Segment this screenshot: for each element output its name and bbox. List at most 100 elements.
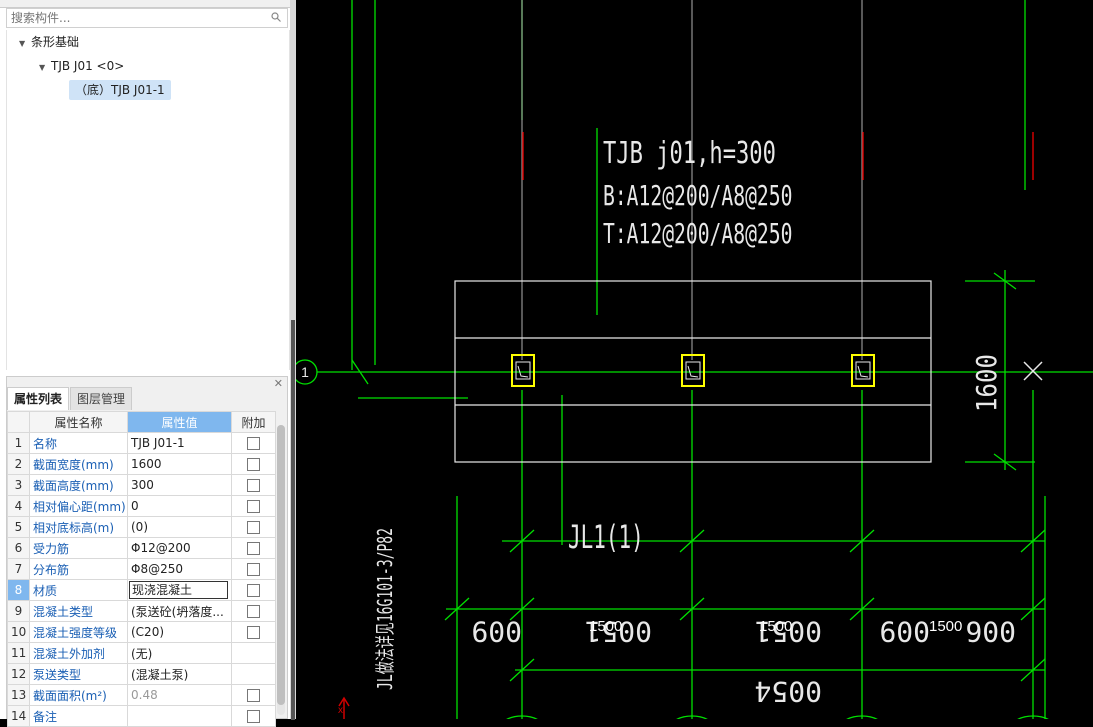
property-row[interactable]: 12 泵送类型 (混凝土泵) bbox=[7, 663, 276, 685]
property-scrollbar[interactable] bbox=[277, 425, 285, 715]
foundation-title-label: TJB j01,h=300 bbox=[603, 137, 776, 171]
property-row[interactable]: 4 相对偏心距(mm) 0 bbox=[7, 495, 276, 517]
cad-drawing-canvas[interactable]: 1 TJB j01,h=300 B:A12@200/A8@250 T:A12@2… bbox=[296, 0, 1093, 719]
close-icon[interactable]: ✕ bbox=[274, 377, 283, 390]
tab-property-list[interactable]: 属性列表 bbox=[7, 387, 70, 410]
scrollbar-thumb[interactable] bbox=[277, 425, 285, 705]
property-value[interactable]: 300 bbox=[127, 474, 232, 496]
property-value[interactable]: (无) bbox=[127, 642, 232, 664]
property-row[interactable]: 8 材质 现浇混凝土 bbox=[7, 579, 276, 601]
attach-checkbox[interactable] bbox=[247, 500, 260, 513]
row-index: 12 bbox=[7, 663, 30, 685]
property-value[interactable]: 1600 bbox=[127, 453, 232, 475]
property-value[interactable]: Φ8@250 bbox=[127, 558, 232, 580]
attach-checkbox[interactable] bbox=[247, 584, 260, 597]
beam-label: JL1(1) bbox=[568, 520, 644, 557]
attach-cell bbox=[231, 621, 276, 643]
property-row[interactable]: 6 受力筋 Φ12@200 bbox=[7, 537, 276, 559]
attach-checkbox[interactable] bbox=[247, 626, 260, 639]
dim-total: 0054 bbox=[755, 675, 822, 708]
attach-checkbox[interactable] bbox=[247, 710, 260, 723]
row-index: 4 bbox=[7, 495, 30, 517]
dim-overlay: 1500 bbox=[929, 618, 962, 635]
attach-checkbox[interactable] bbox=[247, 458, 260, 471]
attach-checkbox[interactable] bbox=[247, 689, 260, 702]
dim-mirrored: 009 bbox=[879, 615, 930, 648]
left-panel: ▼条形基础 ▼TJB J01 <0> （底）TJB J01-1 ✕ 属性列表 图… bbox=[0, 0, 291, 727]
column-marker-1[interactable] bbox=[511, 354, 535, 387]
property-name: 混凝土类型 bbox=[29, 600, 128, 622]
attach-cell bbox=[231, 600, 276, 622]
tab-layer-management[interactable]: 图层管理 bbox=[70, 387, 133, 410]
property-name: 分布筋 bbox=[29, 558, 128, 580]
attach-checkbox[interactable] bbox=[247, 437, 260, 450]
property-value[interactable]: Φ12@200 bbox=[127, 537, 232, 559]
splitter-thumb[interactable] bbox=[291, 320, 295, 720]
property-row[interactable]: 9 混凝土类型 (泵送砼(坍落度... bbox=[7, 600, 276, 622]
property-value[interactable]: (C20) bbox=[127, 621, 232, 643]
beam-note: JL做法详见16G101-3/P82 bbox=[373, 528, 397, 690]
property-name: 混凝土强度等级 bbox=[29, 621, 128, 643]
property-row[interactable]: 10 混凝土强度等级 (C20) bbox=[7, 621, 276, 643]
property-value[interactable]: 0.48 bbox=[127, 684, 232, 706]
attach-checkbox[interactable] bbox=[247, 563, 260, 576]
column-marker-3[interactable] bbox=[851, 354, 875, 387]
property-value[interactable] bbox=[127, 705, 232, 727]
bottom-rebar-label: B:A12@200/A8@250 bbox=[603, 180, 792, 212]
column-marker-2[interactable] bbox=[681, 354, 705, 387]
search-input[interactable] bbox=[7, 9, 265, 27]
property-value[interactable]: (泵送砼(坍落度... bbox=[127, 600, 232, 622]
property-value[interactable]: TJB J01-1 bbox=[127, 432, 232, 454]
tree-node-tjb-j01-1[interactable]: （底）TJB J01-1 bbox=[69, 80, 171, 100]
property-name: 混凝土外加剂 bbox=[29, 642, 128, 664]
row-index: 13 bbox=[7, 684, 30, 706]
panel-tabs: 属性列表 图层管理 bbox=[7, 387, 133, 410]
attach-checkbox[interactable] bbox=[247, 542, 260, 555]
property-row[interactable]: 14 备注 bbox=[7, 705, 276, 727]
dim-overlay: 1500 bbox=[589, 618, 622, 635]
property-name: 相对偏心距(mm) bbox=[29, 495, 128, 517]
row-index: 2 bbox=[7, 453, 30, 475]
attach-cell bbox=[231, 558, 276, 580]
property-row[interactable]: 7 分布筋 Φ8@250 bbox=[7, 558, 276, 580]
property-row[interactable]: 11 混凝土外加剂 (无) bbox=[7, 642, 276, 664]
search-icon[interactable] bbox=[271, 12, 281, 22]
row-index: 9 bbox=[7, 600, 30, 622]
header-index bbox=[7, 411, 30, 433]
tree-node-strip-foundation[interactable]: ▼ 条形基础 bbox=[19, 32, 79, 52]
collapse-arrow-icon[interactable]: ▼ bbox=[39, 58, 51, 78]
property-value[interactable]: (0) bbox=[127, 516, 232, 538]
property-row[interactable]: 1 名称 TJB J01-1 bbox=[7, 432, 276, 454]
property-value[interactable]: (混凝土泵) bbox=[127, 663, 232, 685]
property-name: 备注 bbox=[29, 705, 128, 727]
attach-cell bbox=[231, 453, 276, 475]
row-index: 14 bbox=[7, 705, 30, 727]
property-name: 泵送类型 bbox=[29, 663, 128, 685]
property-name: 相对底标高(m) bbox=[29, 516, 128, 538]
attach-checkbox[interactable] bbox=[247, 605, 260, 618]
axis-label: 1 bbox=[301, 364, 309, 380]
component-search[interactable] bbox=[6, 8, 288, 28]
property-row[interactable]: 13 截面面积(m²) 0.48 bbox=[7, 684, 276, 706]
property-value[interactable]: 现浇混凝土 bbox=[129, 581, 228, 599]
dim-overlay: 1500 bbox=[759, 618, 792, 635]
property-row[interactable]: 5 相对底标高(m) (0) bbox=[7, 516, 276, 538]
dim-mirrored: 006 bbox=[965, 615, 1016, 648]
header-name: 属性名称 bbox=[29, 411, 128, 433]
toolbar-strip bbox=[0, 0, 290, 8]
property-row[interactable]: 2 截面宽度(mm) 1600 bbox=[7, 453, 276, 475]
property-value-input[interactable]: 现浇混凝土 bbox=[127, 579, 232, 601]
attach-cell bbox=[231, 705, 276, 727]
component-tree: ▼ 条形基础 ▼ TJB J01 <0> （底）TJB J01-1 bbox=[6, 30, 290, 370]
collapse-arrow-icon[interactable]: ▼ bbox=[19, 34, 31, 54]
property-panel: ✕ 属性列表 图层管理 属性名称 属性值 附加 1 名称 TJB J01-1 2 截面宽… bbox=[6, 376, 288, 727]
property-name: 截面宽度(mm) bbox=[29, 453, 128, 475]
attach-cell bbox=[231, 516, 276, 538]
attach-checkbox[interactable] bbox=[247, 479, 260, 492]
property-row[interactable]: 3 截面高度(mm) 300 bbox=[7, 474, 276, 496]
attach-checkbox[interactable] bbox=[247, 521, 260, 534]
property-name: 截面高度(mm) bbox=[29, 474, 128, 496]
property-value[interactable]: 0 bbox=[127, 495, 232, 517]
attach-cell bbox=[231, 474, 276, 496]
tree-node-tjb-j01[interactable]: ▼ TJB J01 <0> bbox=[39, 56, 124, 76]
